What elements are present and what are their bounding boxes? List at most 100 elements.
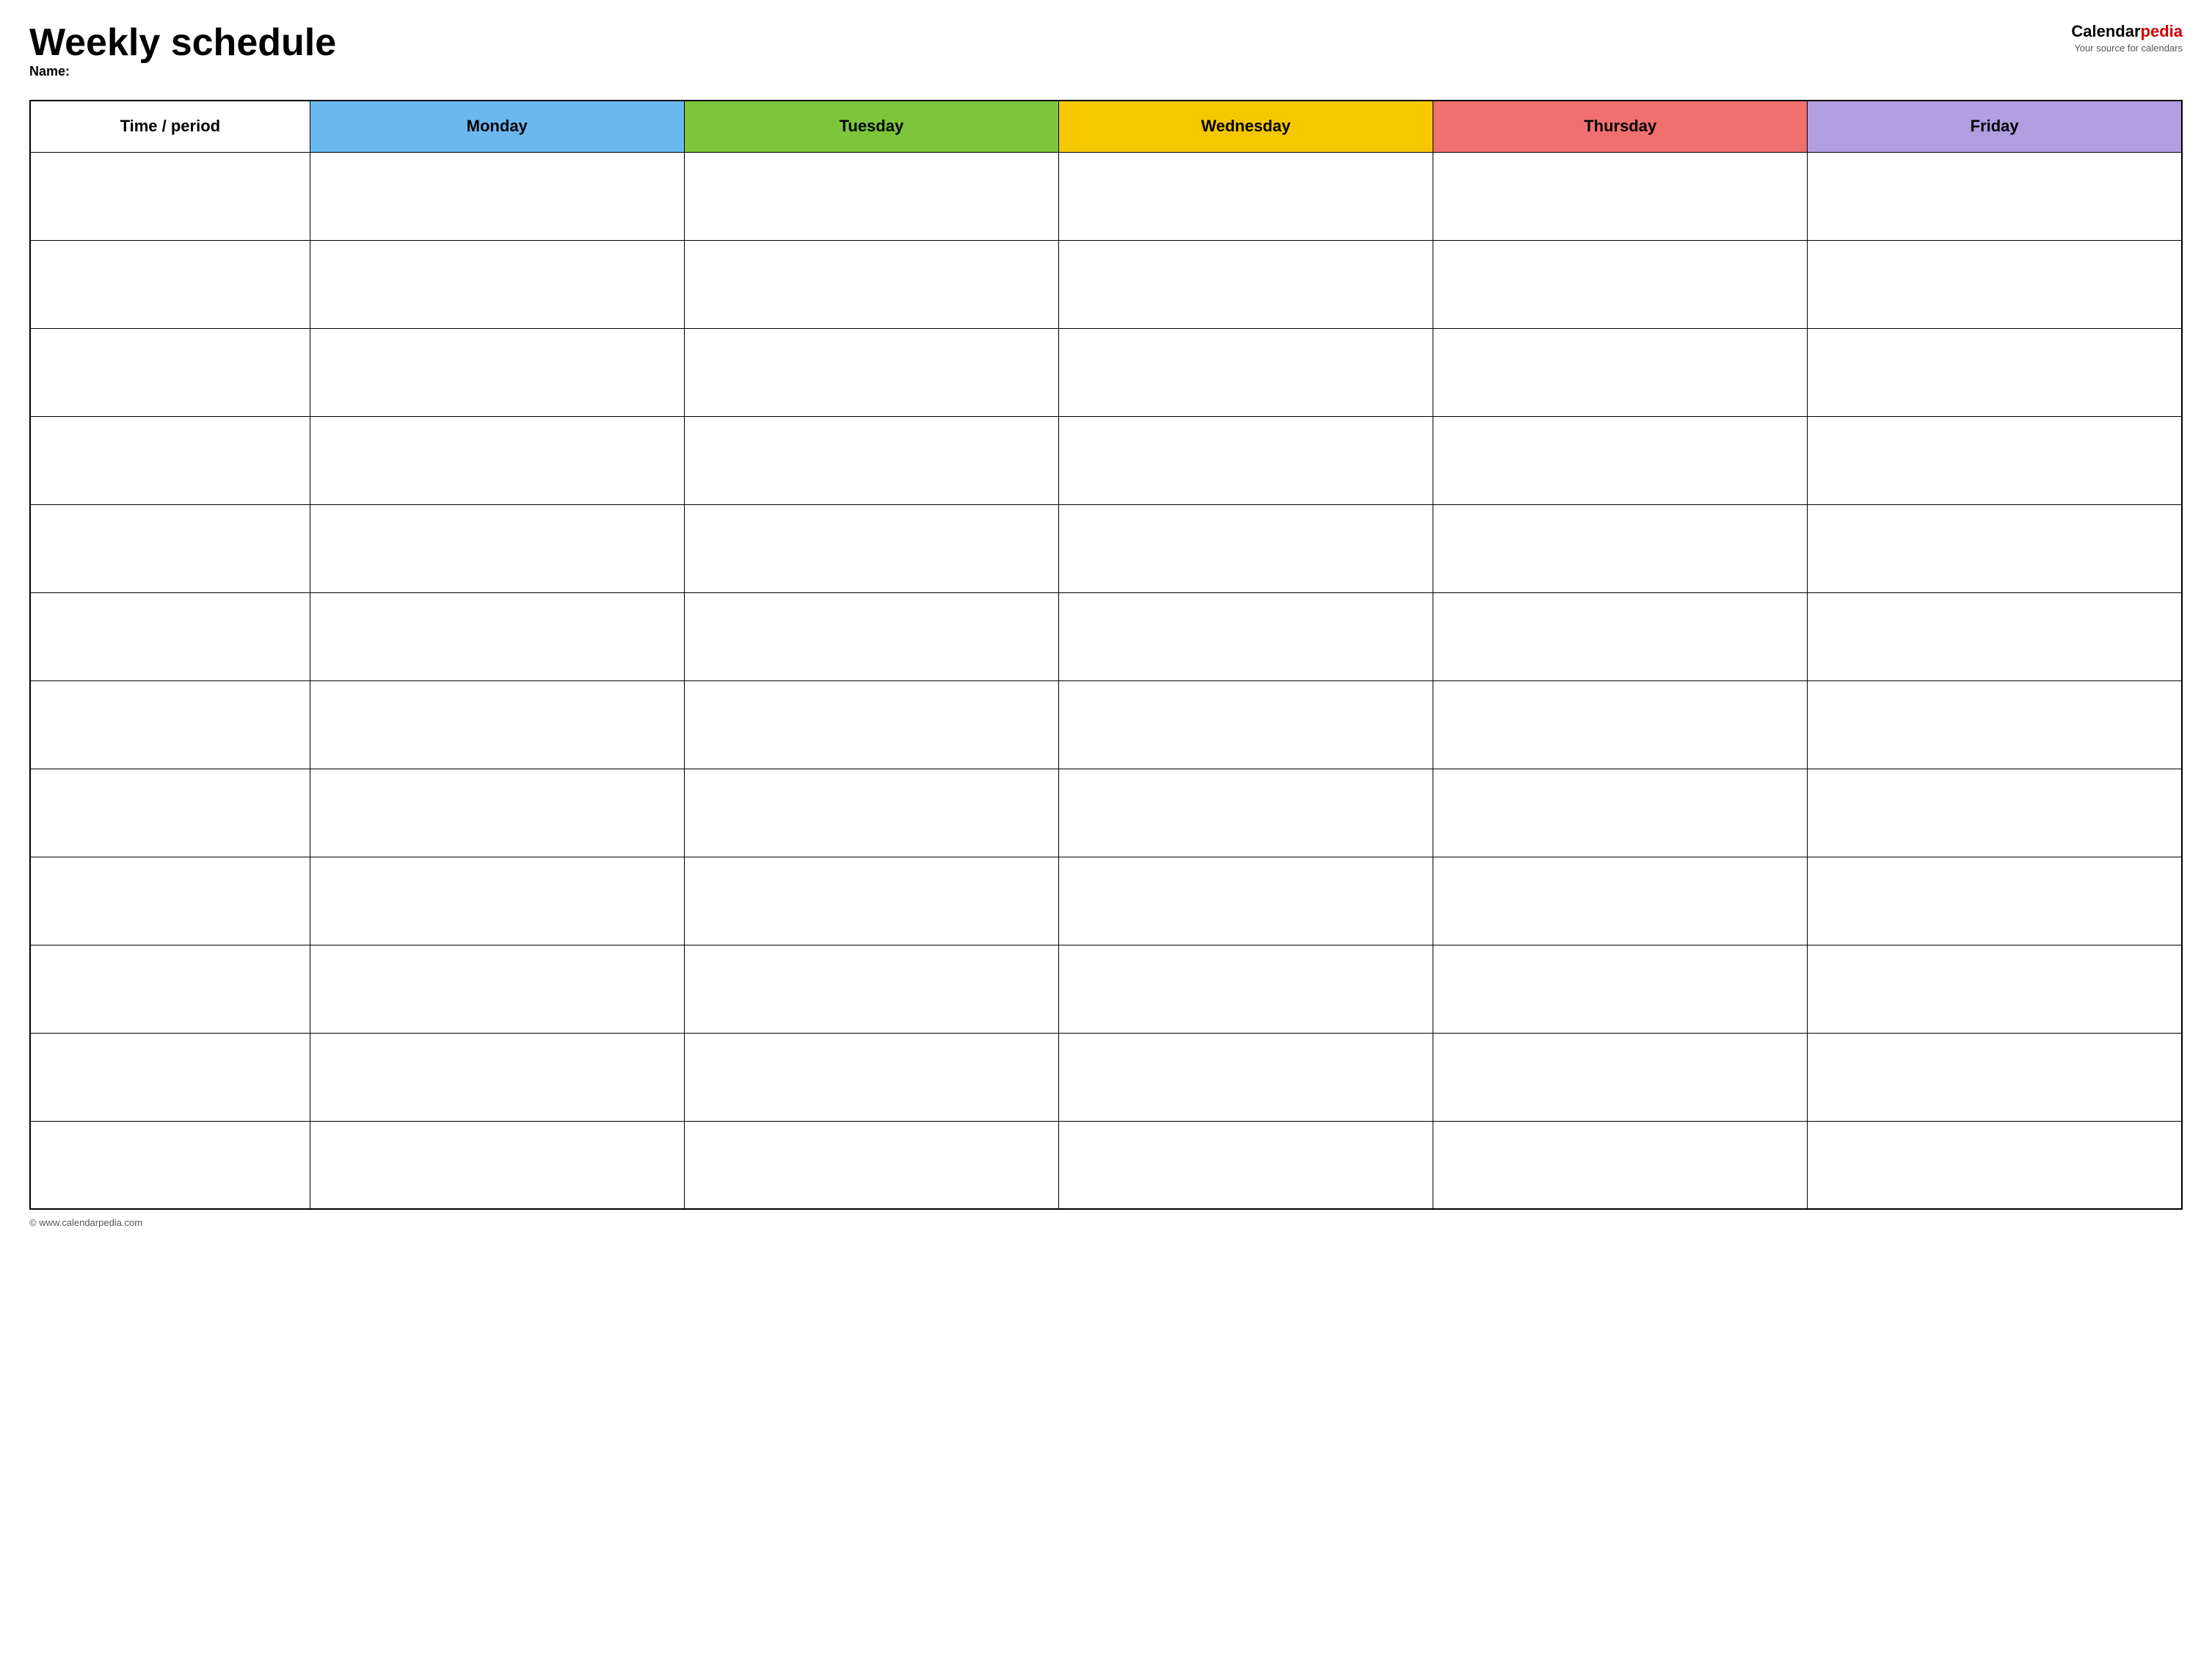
table-cell[interactable] [30, 504, 310, 592]
table-cell[interactable] [1433, 240, 1808, 328]
table-cell[interactable] [30, 769, 310, 857]
logo-pedia-text: pedia [2141, 22, 2183, 40]
table-cell[interactable] [1433, 504, 1808, 592]
table-cell[interactable] [30, 945, 310, 1033]
table-cell[interactable] [1058, 857, 1433, 945]
table-cell[interactable] [1058, 592, 1433, 680]
table-cell[interactable] [310, 240, 684, 328]
logo-tagline: Your source for calendars [2071, 43, 2183, 54]
table-cell[interactable] [310, 592, 684, 680]
col-header-friday: Friday [1808, 101, 2182, 152]
col-header-tuesday: Tuesday [684, 101, 1058, 152]
table-cell[interactable] [1433, 769, 1808, 857]
table-cell[interactable] [684, 504, 1058, 592]
table-cell[interactable] [1808, 857, 2182, 945]
table-cell[interactable] [1433, 1033, 1808, 1121]
table-cell[interactable] [30, 680, 310, 769]
table-cell[interactable] [1433, 680, 1808, 769]
table-cell[interactable] [30, 152, 310, 240]
table-cell[interactable] [310, 152, 684, 240]
table-cell[interactable] [1808, 769, 2182, 857]
table-cell[interactable] [1058, 328, 1433, 416]
col-header-wednesday: Wednesday [1058, 101, 1433, 152]
table-cell[interactable] [1058, 945, 1433, 1033]
table-cell[interactable] [30, 592, 310, 680]
footer: © www.calendarpedia.com [29, 1217, 2183, 1228]
header-row: Time / period Monday Tuesday Wednesday T… [30, 101, 2182, 152]
table-cell[interactable] [310, 769, 684, 857]
col-header-time: Time / period [30, 101, 310, 152]
table-row [30, 592, 2182, 680]
table-cell[interactable] [1433, 857, 1808, 945]
table-cell[interactable] [684, 680, 1058, 769]
table-cell[interactable] [684, 1033, 1058, 1121]
table-cell[interactable] [1058, 769, 1433, 857]
table-cell[interactable] [1808, 416, 2182, 504]
table-cell[interactable] [1808, 1121, 2182, 1209]
table-cell[interactable] [1433, 328, 1808, 416]
col-header-monday: Monday [310, 101, 684, 152]
table-cell[interactable] [30, 240, 310, 328]
table-cell[interactable] [30, 328, 310, 416]
table-row [30, 416, 2182, 504]
table-cell[interactable] [684, 240, 1058, 328]
table-cell[interactable] [1433, 416, 1808, 504]
table-cell[interactable] [1808, 152, 2182, 240]
table-cell[interactable] [1808, 1033, 2182, 1121]
weekly-schedule-table: Time / period Monday Tuesday Wednesday T… [29, 100, 2183, 1210]
table-cell[interactable] [684, 152, 1058, 240]
table-cell[interactable] [1058, 680, 1433, 769]
table-row [30, 769, 2182, 857]
table-row [30, 152, 2182, 240]
table-cell[interactable] [684, 857, 1058, 945]
table-cell[interactable] [30, 857, 310, 945]
table-row [30, 945, 2182, 1033]
table-cell[interactable] [684, 1121, 1058, 1209]
table-cell[interactable] [310, 1033, 684, 1121]
table-cell[interactable] [30, 416, 310, 504]
table-cell[interactable] [684, 328, 1058, 416]
table-cell[interactable] [310, 857, 684, 945]
table-row [30, 240, 2182, 328]
table-row [30, 857, 2182, 945]
table-row [30, 1033, 2182, 1121]
table-row [30, 1121, 2182, 1209]
table-cell[interactable] [1058, 504, 1433, 592]
table-cell[interactable] [1808, 240, 2182, 328]
table-cell[interactable] [30, 1033, 310, 1121]
table-cell[interactable] [1058, 1121, 1433, 1209]
table-row [30, 328, 2182, 416]
table-cell[interactable] [310, 328, 684, 416]
table-cell[interactable] [684, 769, 1058, 857]
col-header-thursday: Thursday [1433, 101, 1808, 152]
table-cell[interactable] [310, 504, 684, 592]
table-cell[interactable] [1058, 240, 1433, 328]
table-cell[interactable] [1808, 945, 2182, 1033]
table-cell[interactable] [684, 416, 1058, 504]
table-cell[interactable] [1058, 416, 1433, 504]
table-cell[interactable] [1433, 592, 1808, 680]
logo-block: Calendarpedia Your source for calendars [2071, 22, 2183, 54]
table-cell[interactable] [310, 416, 684, 504]
table-cell[interactable] [1433, 1121, 1808, 1209]
table-row [30, 680, 2182, 769]
table-cell[interactable] [1808, 328, 2182, 416]
table-cell[interactable] [310, 680, 684, 769]
table-cell[interactable] [1433, 945, 1808, 1033]
table-cell[interactable] [1058, 152, 1433, 240]
page-title: Weekly schedule [29, 22, 336, 64]
table-cell[interactable] [1433, 152, 1808, 240]
table-cell[interactable] [30, 1121, 310, 1209]
table-cell[interactable] [684, 945, 1058, 1033]
table-cell[interactable] [1808, 504, 2182, 592]
table-cell[interactable] [1808, 680, 2182, 769]
title-block: Weekly schedule Name: [29, 22, 336, 92]
name-label: Name: [29, 64, 336, 79]
logo: Calendarpedia [2071, 22, 2183, 41]
table-cell[interactable] [684, 592, 1058, 680]
table-cell[interactable] [1808, 592, 2182, 680]
table-cell[interactable] [1058, 1033, 1433, 1121]
table-cell[interactable] [310, 945, 684, 1033]
table-cell[interactable] [310, 1121, 684, 1209]
table-row [30, 504, 2182, 592]
